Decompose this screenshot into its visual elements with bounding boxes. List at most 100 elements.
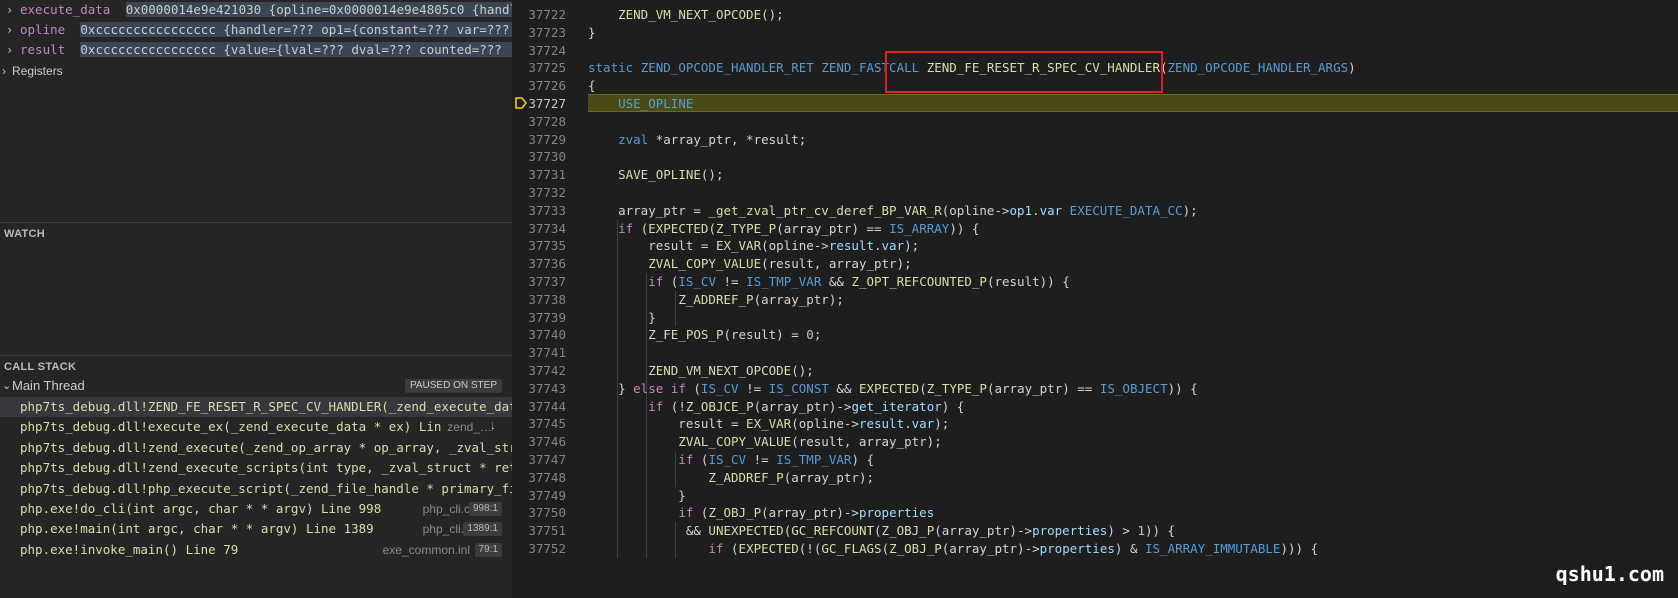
line-number: 37740 <box>528 327 566 343</box>
watch-section-title[interactable]: WATCH <box>4 228 45 240</box>
code-line[interactable]: Z_ADDREF_P(array_ptr); <box>588 291 844 309</box>
code-line[interactable]: if (!Z_OBJCE_P(array_ptr)->get_iterator)… <box>588 398 964 416</box>
variable-name: execute_data <box>20 2 111 17</box>
line-number: 37750 <box>528 505 566 521</box>
line-number: 37722 <box>528 7 566 22</box>
line-number: 37732 <box>528 185 566 200</box>
stack-frame[interactable]: php.exe!main(int argc, char * * argv) Li… <box>0 519 512 540</box>
code-line[interactable]: { <box>588 77 596 95</box>
line-number: 37725 <box>528 60 566 76</box>
line-number: 37731 <box>528 167 566 183</box>
stack-frame[interactable]: php.exe!do_cli(int argc, char * * argv) … <box>0 499 512 519</box>
code-line[interactable]: } <box>588 309 656 327</box>
variable-row[interactable]: › result 0xcccccccccccccccc {value={lval=?… <box>0 40 512 60</box>
chevron-right-icon: › <box>2 64 6 78</box>
stack-frame-function: php7ts_debug.dll!ZEND_FE_RESET_R_SPEC_CV… <box>20 399 512 414</box>
code-line[interactable]: ZVAL_COPY_VALUE(result, array_ptr); <box>588 433 941 451</box>
line-number: 37751 <box>528 523 566 539</box>
line-number: 37746 <box>528 434 566 450</box>
stack-frame[interactable]: php7ts_debug.dll!php_execute_script(_zen… <box>0 479 512 499</box>
line-number: 37735 <box>528 238 566 254</box>
code-line[interactable]: result = EX_VAR(opline->result.var); <box>588 237 919 255</box>
stack-frame-file: exe_common.inl <box>376 539 470 560</box>
stack-frame-function: php.exe!invoke_main() Line 79 <box>20 541 239 557</box>
stack-frame[interactable]: php7ts_debug.dll!execute_ex(_zend_execut… <box>0 417 512 438</box>
line-number: 37733 <box>528 202 566 218</box>
stack-frame[interactable]: php7ts_debug.dll!zend_execute_scripts(in… <box>0 458 512 478</box>
line-number: 37736 <box>528 256 566 272</box>
line-number: 37734 <box>528 220 566 236</box>
line-number: 37749 <box>528 487 566 503</box>
line-number: 37747 <box>528 452 566 467</box>
registers-group[interactable]: › Registers <box>0 61 512 81</box>
code-line[interactable]: if (Z_OBJ_P(array_ptr)->properties <box>588 504 934 522</box>
code-line[interactable]: if (EXPECTED(!(GC_FLAGS(Z_OBJ_P(array_pt… <box>588 540 1318 558</box>
stack-frame[interactable]: php7ts_debug.dll!ZEND_FE_RESET_R_SPEC_CV… <box>0 397 512 417</box>
line-number: 37737 <box>528 274 566 289</box>
code-line[interactable]: } else if (IS_CV != IS_CONST && EXPECTED… <box>588 380 1198 398</box>
line-number: 37738 <box>528 291 566 307</box>
code-line[interactable]: array_ptr = _get_zval_ptr_cv_deref_BP_VA… <box>588 202 1198 220</box>
code-line[interactable]: result = EX_VAR(opline->result.var); <box>588 415 949 433</box>
current-line-highlight <box>588 94 1678 112</box>
code-line[interactable]: if (EXPECTED(Z_TYPE_P(array_ptr) == IS_A… <box>588 220 979 238</box>
code-line[interactable]: SAVE_OPLINE(); <box>588 166 723 184</box>
code-line[interactable]: Z_FE_POS_P(result) = 0; <box>588 326 821 344</box>
line-number: 37730 <box>528 149 566 165</box>
variable-value: 0xcccccccccccccccc {value={lval=??? dval… <box>80 40 512 60</box>
code-line[interactable]: } <box>588 487 686 505</box>
chevron-right-icon: › <box>6 23 14 37</box>
line-number: 37726 <box>528 78 566 94</box>
line-number: 37748 <box>528 469 566 485</box>
stack-frame-function: php.exe!do_cli(int argc, char * * argv) … <box>20 501 382 516</box>
stack-frame-function: php7ts_debug.dll!execute_ex(_zend_execut… <box>20 419 495 435</box>
code-line[interactable]: ZEND_VM_NEXT_OPCODE(); <box>588 362 814 380</box>
code-line[interactable]: if (IS_CV != IS_TMP_VAR && Z_OPT_REFCOUN… <box>588 273 1070 291</box>
variable-row[interactable]: › execute_data 0x0000014e9e421030 {opline=… <box>0 0 512 20</box>
callstack-section-title[interactable]: CALL STACK <box>4 361 76 373</box>
variable-value: 0xcccccccccccccccc {handler=??? op1={con… <box>80 20 512 40</box>
stack-frame-function: php7ts_debug.dll!zend_execute_scripts(in… <box>20 460 512 476</box>
line-number: 37723 <box>528 24 566 40</box>
stack-frame-function: php7ts_debug.dll!zend_execute(_zend_op_a… <box>20 439 512 455</box>
code-line[interactable]: if (IS_CV != IS_TMP_VAR) { <box>588 451 874 469</box>
watermark: qshu1.com <box>1555 562 1664 586</box>
line-number: 37729 <box>528 131 566 147</box>
line-number: 37724 <box>528 42 566 58</box>
code-line[interactable]: USE_OPLINE <box>588 95 693 113</box>
stack-frame[interactable]: php7ts_debug.dll!zend_execute(_zend_op_a… <box>0 438 512 458</box>
stack-frame-position: 79:1 <box>474 542 502 557</box>
stack-frame-function: php7ts_debug.dll!php_execute_script(_zen… <box>20 480 512 496</box>
chevron-right-icon: › <box>6 43 14 57</box>
stack-frame-file: zend_… <box>441 417 492 438</box>
code-line[interactable]: && UNEXPECTED(GC_REFCOUNT(Z_OBJ_P(array_… <box>588 522 1175 540</box>
variable-value: 0x0000014e9e421030 {opline=0x0000014e9e4… <box>125 0 512 20</box>
code-line[interactable]: } <box>588 24 596 42</box>
line-number: 37739 <box>528 309 566 325</box>
variable-row[interactable]: › opline 0xcccccccccccccccc {handler=??? o… <box>0 20 512 40</box>
divider <box>0 355 512 356</box>
line-number: 37745 <box>528 416 566 432</box>
divider <box>0 222 512 223</box>
code-line[interactable]: ZEND_VM_NEXT_OPCODE(); <box>588 6 784 24</box>
line-number: 37742 <box>528 363 566 378</box>
code-line[interactable]: ZVAL_COPY_VALUE(result, array_ptr); <box>588 255 911 273</box>
code-line[interactable]: Z_ADDREF_P(array_ptr); <box>588 469 874 487</box>
current-step-arrow-icon <box>515 97 527 109</box>
code-line[interactable]: zval *array_ptr, *result; <box>588 131 806 149</box>
registers-label: Registers <box>12 64 63 78</box>
line-number: 37728 <box>528 113 566 129</box>
stack-frame-function: php.exe!main(int argc, char * * argv) Li… <box>20 521 374 537</box>
thread-label: Main Thread <box>12 378 85 393</box>
chevron-right-icon: › <box>6 3 14 17</box>
annotation-box <box>885 51 1163 93</box>
chevron-down-icon: ⌄ <box>2 380 12 392</box>
thread-main[interactable]: ⌄ Main Thread PAUSED ON STEP <box>0 376 512 396</box>
debug-sidebar: › execute_data 0x0000014e9e421030 {opline=… <box>0 0 512 598</box>
stack-frame[interactable]: php.exe!invoke_main() Line 79 exe_common.… <box>0 539 512 560</box>
line-number: 37743 <box>528 380 566 396</box>
variable-name: opline <box>20 22 66 37</box>
stack-frame-position: 1389:1 <box>463 522 502 537</box>
line-number: 37741 <box>528 345 566 361</box>
line-number: 37752 <box>528 541 566 556</box>
